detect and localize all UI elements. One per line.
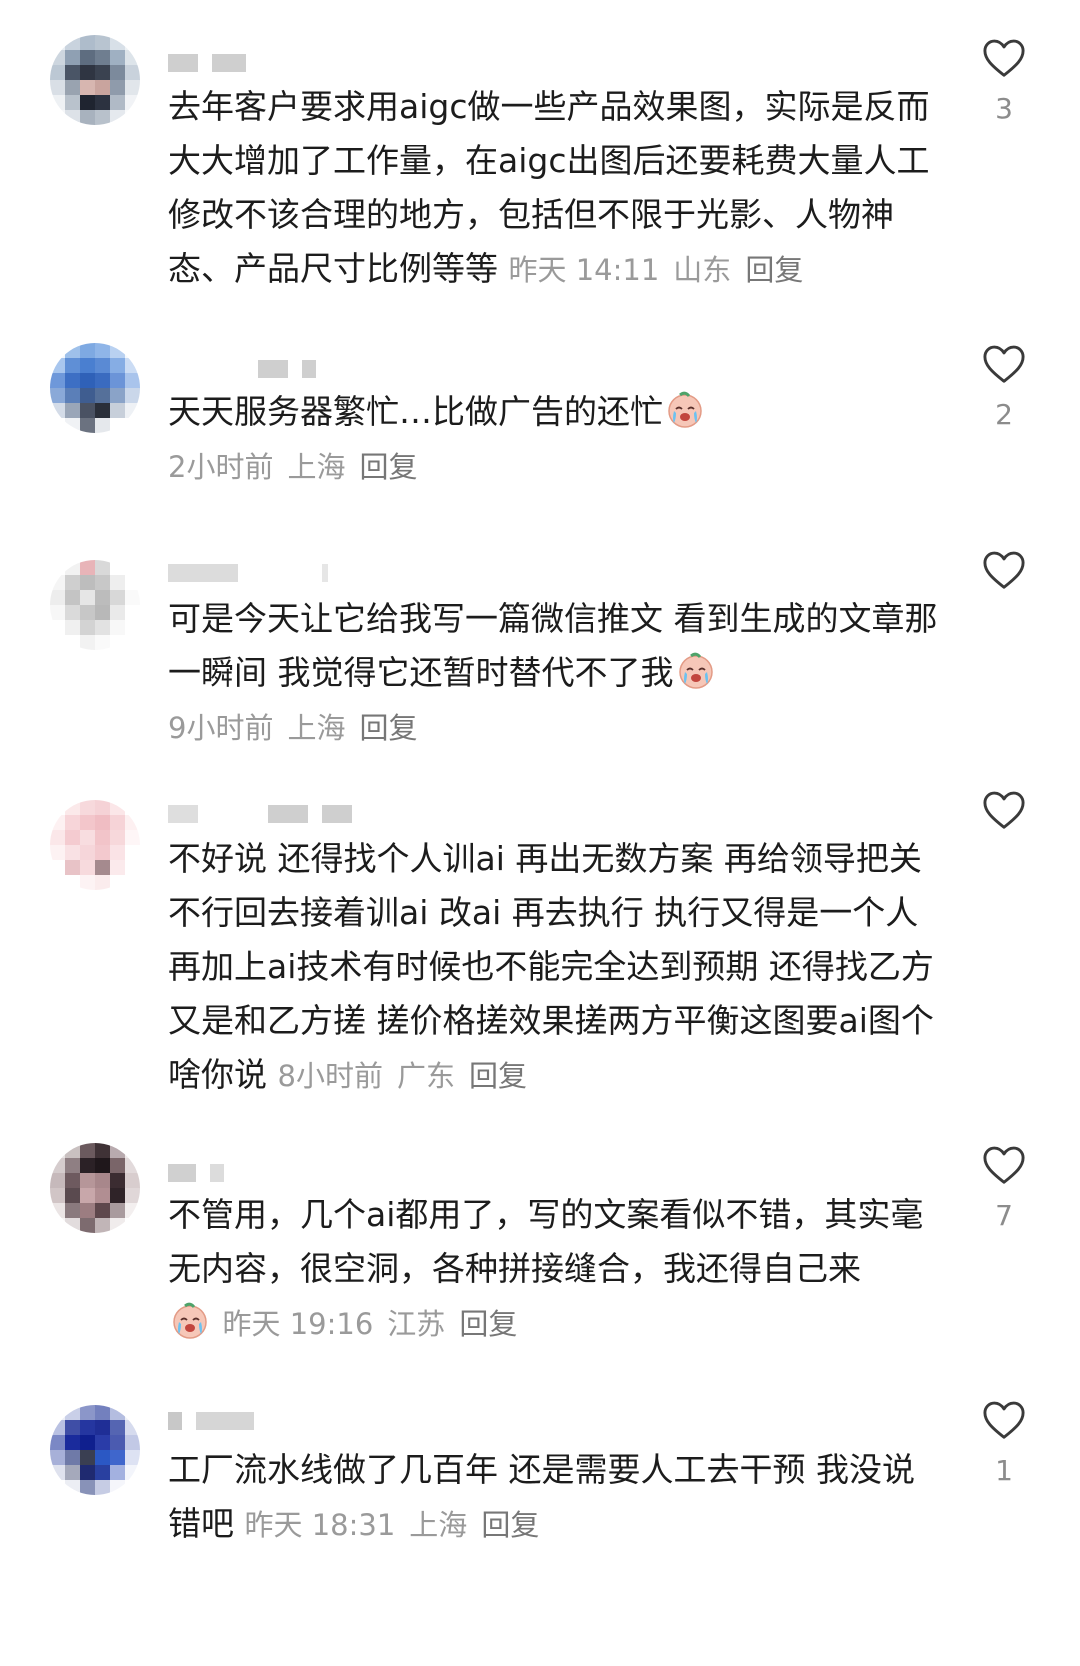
comment-location: 广东 xyxy=(396,1059,455,1093)
reply-button[interactable]: 回复 xyxy=(469,1059,527,1093)
avatar[interactable] xyxy=(50,343,140,433)
like-button[interactable]: 7 xyxy=(980,1145,1028,1231)
comment-meta: 2小时前 上海 回复 xyxy=(168,450,417,484)
comment-body: 不好说 还得找个人训ai 再出无数方案 再给领导把关 不行回去接着训ai 改ai… xyxy=(168,832,938,1103)
comment-meta: 昨天 18:31 上海 回复 xyxy=(245,1508,540,1542)
comment-location: 山东 xyxy=(673,253,732,287)
username-blurred[interactable] xyxy=(168,562,328,584)
like-button[interactable]: 2 xyxy=(980,344,1028,430)
reply-button[interactable]: 回复 xyxy=(481,1508,539,1542)
comment-location: 上海 xyxy=(287,450,346,484)
username-blurred[interactable] xyxy=(168,803,352,825)
comment-text: 不管用，几个ai都用了，写的文案看似不错，其实毫无内容，很空洞，各种拼接缝合，我… xyxy=(168,1195,924,1288)
comment-meta: 昨天 14:11 山东 回复 xyxy=(509,253,804,287)
comment-text: 可是今天让它给我写一篇微信推文 看到生成的文章那一瞬间 我觉得它还暂时替代不了我 xyxy=(168,599,938,692)
comment-time: 昨天 18:31 xyxy=(244,1508,396,1542)
reply-button[interactable]: 回复 xyxy=(459,1307,517,1341)
avatar[interactable] xyxy=(50,35,140,125)
comment-body: 天天服务器繁忙…比做广告的还忙 2小时前 上海 回复 xyxy=(168,385,938,494)
username-blurred[interactable] xyxy=(168,52,246,74)
like-count: 7 xyxy=(995,1199,1013,1232)
comment-time: 9小时前 xyxy=(168,711,274,745)
avatar[interactable] xyxy=(50,1405,140,1495)
heart-icon xyxy=(983,345,1025,383)
crying-face-emoji xyxy=(170,1300,210,1340)
comment-time: 8小时前 xyxy=(277,1059,383,1093)
comment-meta: 昨天 19:16 江苏 回复 xyxy=(223,1307,518,1341)
username-blurred[interactable] xyxy=(168,1410,254,1432)
like-button[interactable]: 3 xyxy=(980,38,1028,124)
like-button[interactable] xyxy=(980,790,1028,846)
crying-face-emoji xyxy=(676,650,716,690)
comment-body: 可是今天让它给我写一篇微信推文 看到生成的文章那一瞬间 我觉得它还暂时替代不了我… xyxy=(168,592,938,755)
comment-time: 昨天 14:11 xyxy=(508,253,660,287)
comment-meta: 8小时前 广东 回复 xyxy=(278,1059,527,1093)
like-count: 2 xyxy=(995,398,1013,431)
like-button[interactable] xyxy=(980,550,1028,606)
like-count: 1 xyxy=(995,1454,1013,1487)
reply-button[interactable]: 回复 xyxy=(359,711,417,745)
comment-location: 上海 xyxy=(287,711,346,745)
like-button[interactable]: 1 xyxy=(980,1400,1028,1486)
comment-location: 江苏 xyxy=(387,1307,446,1341)
heart-icon xyxy=(983,791,1025,829)
comment-body: 去年客户要求用aigc做一些产品效果图，实际是反而大大增加了工作量，在aigc出… xyxy=(168,80,938,297)
reply-button[interactable]: 回复 xyxy=(359,450,417,484)
reply-button[interactable]: 回复 xyxy=(745,253,803,287)
heart-icon xyxy=(983,1401,1025,1439)
comment-time: 昨天 19:16 xyxy=(222,1307,374,1341)
avatar[interactable] xyxy=(50,560,140,650)
heart-icon xyxy=(983,39,1025,77)
comment-meta: 9小时前 上海 回复 xyxy=(168,711,417,745)
comment-text: 天天服务器繁忙…比做广告的还忙 xyxy=(168,392,663,431)
comment-body: 工厂流水线做了几百年 还是需要人工去干预 我没说错吧 昨天 18:31 上海 回复 xyxy=(168,1443,938,1552)
comment-location: 上海 xyxy=(409,1508,468,1542)
crying-face-emoji xyxy=(665,389,705,429)
heart-icon xyxy=(983,1146,1025,1184)
heart-icon xyxy=(983,551,1025,589)
username-blurred[interactable] xyxy=(168,1162,224,1184)
comment-body: 不管用，几个ai都用了，写的文案看似不错，其实毫无内容，很空洞，各种拼接缝合，我… xyxy=(168,1188,938,1351)
avatar[interactable] xyxy=(50,1143,140,1233)
like-count: 3 xyxy=(995,92,1013,125)
comment-text: 不好说 还得找个人训ai 再出无数方案 再给领导把关 不行回去接着训ai 改ai… xyxy=(168,839,934,1094)
username-blurred[interactable] xyxy=(168,358,316,380)
comment-time: 2小时前 xyxy=(168,450,274,484)
avatar[interactable] xyxy=(50,800,140,890)
